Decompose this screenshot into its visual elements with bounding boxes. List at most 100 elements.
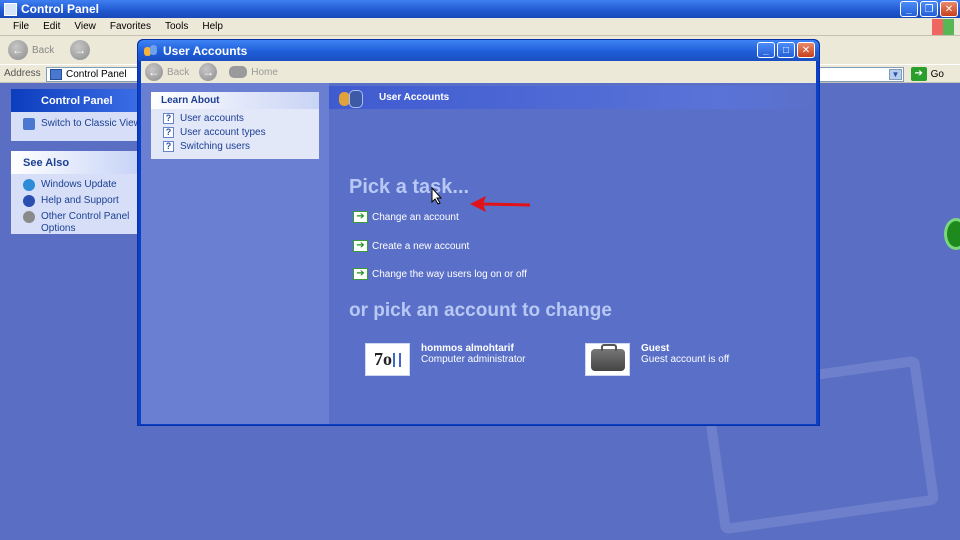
account-name: hommos almohtarif [421, 343, 514, 354]
account-type: Computer administrator [421, 354, 526, 365]
user-accounts-header: User Accounts [329, 86, 816, 109]
go-label: Go [930, 68, 944, 80]
globe-icon [23, 179, 35, 191]
help-support-link[interactable]: Help and Support [11, 193, 140, 209]
user-accounts-left-pane: Learn About ? User accounts ? User accou… [141, 83, 329, 424]
control-panel-icon [50, 69, 62, 80]
switch-classic-view-label: Switch to Classic View [41, 118, 141, 129]
windows-update-label: Windows Update [41, 179, 117, 190]
learn-account-types-label: User account types [180, 127, 266, 138]
address-value: Control Panel [66, 69, 127, 80]
user-accounts-main-pane: User Accounts Pick a task... ➔ Change an… [329, 83, 816, 424]
wave-icon [393, 352, 401, 367]
ua-back-arrow-icon[interactable]: ← [145, 63, 163, 81]
task-create-account-label: Create a new account [372, 240, 470, 252]
learn-about-title: Learn About [151, 92, 319, 109]
restore-button[interactable]: ❐ [920, 1, 938, 17]
control-panel-titlebar: Control Panel _ ❐ ✕ [0, 0, 960, 18]
help-icon [23, 195, 35, 207]
mouse-cursor-icon [431, 187, 443, 205]
gear-icon [23, 211, 35, 223]
see-also-panel: See Also Windows Update Help and Support… [11, 151, 140, 234]
user-accounts-window: User Accounts _ □ ✕ ← Back → Home Learn … [137, 39, 820, 426]
menu-view[interactable]: View [67, 21, 103, 32]
ua-maximize-button[interactable]: □ [777, 42, 795, 58]
guest-info: Guest Guest account is off [641, 343, 729, 365]
help-question-icon: ? [163, 141, 174, 152]
learn-about-panel: Learn About ? User accounts ? User accou… [151, 92, 319, 159]
ua-minimize-button[interactable]: _ [757, 42, 775, 58]
other-options-label: Other Control Panel Options [41, 211, 130, 234]
go-button[interactable]: ➔ Go [910, 67, 944, 81]
green-arrow-icon: ➔ [353, 211, 368, 223]
home-icon[interactable] [229, 66, 248, 78]
see-also-title: See Also [23, 156, 70, 169]
green-arrow-icon: ➔ [353, 240, 368, 252]
account-info: hommos almohtarif Computer administrator [421, 343, 525, 365]
user-accounts-body: Learn About ? User accounts ? User accou… [141, 83, 816, 424]
help-question-icon: ? [163, 113, 174, 124]
user-accounts-titlebar: User Accounts _ □ ✕ [138, 40, 819, 61]
see-also-header: See Also [11, 151, 140, 174]
control-panel-title: Control Panel [21, 2, 100, 16]
learn-switching-users-label: Switching users [180, 141, 251, 152]
other-options-link[interactable]: Other Control Panel Options [11, 209, 140, 237]
learn-user-accounts-label: User accounts [180, 113, 244, 124]
control-panel-panel-header: Control Panel [11, 89, 140, 112]
menu-favorites[interactable]: Favorites [103, 21, 158, 32]
account-guest[interactable]: Guest Guest account is off [585, 343, 729, 376]
red-arrow-annotation-icon [470, 196, 531, 212]
ua-close-button[interactable]: ✕ [797, 42, 815, 58]
windows-update-link[interactable]: Windows Update [11, 174, 140, 193]
task-change-account-label: Change an account [372, 211, 459, 223]
ua-home-label[interactable]: Home [251, 67, 278, 78]
windows-logo-icon [932, 19, 954, 35]
account-hommos[interactable]: 7o hommos almohtarif Computer administra… [365, 343, 525, 376]
task-change-account[interactable]: ➔ Change an account [353, 211, 459, 223]
menu-tools[interactable]: Tools [158, 21, 195, 32]
menu-edit[interactable]: Edit [36, 21, 67, 32]
control-panel-app-icon [4, 2, 17, 16]
minimize-button[interactable]: _ [900, 1, 918, 17]
briefcase-icon [590, 343, 625, 371]
menu-help[interactable]: Help [195, 21, 230, 32]
guest-picture [585, 343, 630, 376]
learn-switching-users-link[interactable]: ? Switching users [151, 139, 319, 153]
ua-forward-arrow-icon[interactable]: → [199, 63, 218, 81]
forward-arrow-icon[interactable]: → [70, 40, 91, 60]
learn-account-types-link[interactable]: ? User account types [151, 125, 319, 139]
users-icon [337, 89, 367, 108]
menu-file[interactable]: File [6, 21, 36, 32]
user-accounts-header-title: User Accounts [379, 92, 450, 103]
task-change-logon-label: Change the way users log on or off [372, 268, 527, 280]
learn-user-accounts-link[interactable]: ? User accounts [151, 109, 319, 125]
go-arrow-icon: ➔ [910, 67, 927, 81]
guest-status: Guest account is off [641, 354, 730, 365]
control-panel-panel-title: Control Panel [41, 94, 113, 107]
ua-back-label[interactable]: Back [167, 67, 189, 78]
help-support-label: Help and Support [41, 195, 119, 206]
classic-view-icon [23, 118, 35, 130]
green-arrow-icon: ➔ [353, 268, 368, 280]
user-accounts-app-icon [144, 44, 158, 57]
green-button-icon [944, 218, 960, 250]
task-create-account[interactable]: ➔ Create a new account [353, 240, 469, 252]
pick-account-heading: or pick an account to change [349, 300, 612, 321]
account-picture: 7o [365, 343, 410, 376]
close-button[interactable]: ✕ [940, 1, 958, 17]
help-question-icon: ? [163, 127, 174, 138]
pick-task-heading: Pick a task... [349, 176, 470, 198]
task-change-logon[interactable]: ➔ Change the way users log on or off [353, 268, 527, 280]
user-accounts-title: User Accounts [163, 43, 248, 58]
control-panel-window-buttons: _ ❐ ✕ [900, 1, 958, 17]
address-label: Address [4, 68, 41, 79]
account-picture-text: 7o [374, 349, 392, 369]
back-button-label[interactable]: Back [32, 45, 54, 56]
user-accounts-toolbar: ← Back → Home [141, 61, 816, 83]
switch-classic-view-link[interactable]: Switch to Classic View [11, 112, 141, 132]
guest-name: Guest [641, 343, 670, 354]
menu-bar: File Edit View Favorites Tools Help [0, 18, 960, 36]
back-arrow-icon[interactable]: ← [8, 40, 28, 60]
control-panel-sidebar: Control Panel Switch to Classic View See… [0, 83, 141, 540]
chevron-down-icon[interactable]: ▼ [889, 69, 902, 80]
